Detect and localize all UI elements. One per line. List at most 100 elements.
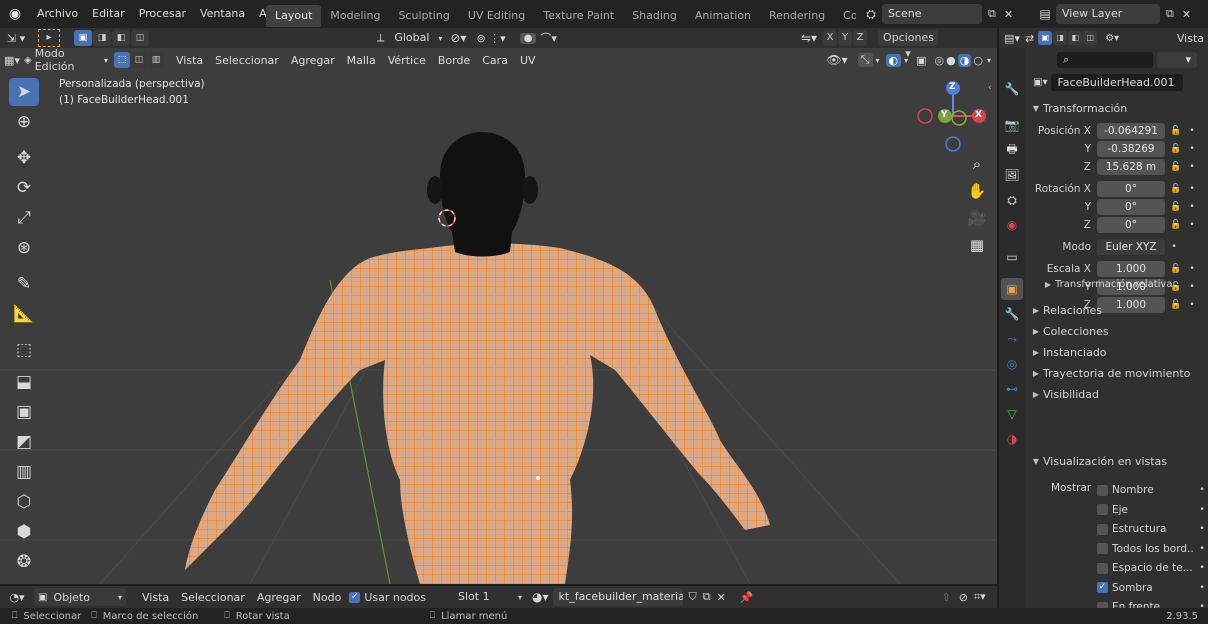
rotation-x-lock-icon[interactable]: 🔓: [1169, 184, 1183, 194]
options-dropdown[interactable]: Opciones ▾: [878, 30, 939, 60]
option-sombra[interactable]: ✓ Sombra •: [1097, 579, 1207, 597]
scene-tab-icon[interactable]: ⛭: [1001, 189, 1023, 211]
head-mesh[interactable]: [427, 132, 538, 257]
xray-icon[interactable]: ▣: [916, 54, 926, 67]
viewport-menu-agregar[interactable]: Agregar: [285, 54, 341, 67]
checkbox-espacio-de-te-icon[interactable]: [1097, 562, 1108, 574]
rotation-x-keyframe-icon[interactable]: •: [1187, 184, 1197, 194]
delete-scene-icon[interactable]: ✕: [1004, 8, 1013, 21]
location-x-field[interactable]: -0.064291: [1097, 123, 1165, 139]
menu-procesar[interactable]: Procesar: [132, 0, 193, 28]
copy-material-icon[interactable]: ⧉: [703, 590, 711, 604]
rotation-z-field[interactable]: 0°: [1097, 217, 1165, 233]
mode-extend-icon[interactable]: ◨: [93, 30, 111, 46]
gizmo-toggle-icon[interactable]: ⤡: [857, 53, 873, 67]
rotation-mode-keyframe-icon[interactable]: •: [1169, 242, 1179, 252]
viewport-menu-seleccionar[interactable]: Seleccionar: [209, 54, 285, 67]
filter-1-icon[interactable]: ▣: [1038, 31, 1053, 45]
material-sphere-icon[interactable]: ◕▾: [532, 590, 549, 604]
slot-dropdown[interactable]: Slot 1: [452, 588, 518, 606]
transform-tool-icon[interactable]: ⊛: [9, 234, 39, 262]
pivot-icon[interactable]: ⚙▾: [1105, 33, 1119, 44]
shading-rendered-icon[interactable]: ○: [973, 54, 983, 67]
search-extra-field[interactable]: ▾: [1157, 52, 1197, 68]
pin-icon[interactable]: 📌: [740, 591, 754, 604]
overlay-toggle-icon[interactable]: ◐: [885, 53, 902, 67]
mirror-axis-y[interactable]: Y: [838, 30, 853, 46]
viewport-display-header[interactable]: ▼ Visualización en vistas: [1029, 451, 1208, 471]
transform-panel-header[interactable]: ▼ Transformación: [1029, 98, 1208, 118]
tab-sculpting[interactable]: Sculpting: [389, 5, 458, 27]
tab-shading[interactable]: Shading: [623, 5, 686, 27]
location-z-field[interactable]: 15.628 m: [1097, 159, 1165, 175]
vertex-select-icon[interactable]: ⬚: [114, 52, 130, 68]
mirror-axis-x[interactable]: X: [823, 30, 838, 46]
viewport-menu-vertice[interactable]: Vértice: [382, 54, 432, 67]
modifier-tab-icon[interactable]: 🔧: [1001, 303, 1023, 325]
fake-user-shield-icon[interactable]: ⛉: [689, 590, 697, 604]
transform-orientation-dropdown[interactable]: ⟂ Global ▾: [377, 30, 442, 46]
rotation-y-lock-icon[interactable]: 🔓: [1169, 202, 1183, 212]
tab-layout[interactable]: Layout: [266, 5, 322, 27]
collection-tab-icon[interactable]: ▭: [1001, 246, 1023, 268]
parent-node-tree-icon[interactable]: ⇧: [942, 591, 951, 604]
filter-2-icon[interactable]: ◨: [1053, 31, 1068, 45]
option-todos-los-bord[interactable]: Todos los bord... •: [1097, 540, 1207, 558]
menu-editar[interactable]: Editar: [85, 0, 132, 28]
gizmo-dropdown-icon[interactable]: ▾: [876, 56, 880, 65]
tool-settings-icon[interactable]: ⇲ ▾: [0, 32, 32, 45]
bevel-tool-icon[interactable]: ◩: [9, 428, 39, 456]
location-y-field[interactable]: -0.38269: [1097, 141, 1165, 157]
tool-tab-icon[interactable]: 🔧: [1001, 78, 1023, 100]
delta-transform-header[interactable]: ▶ Transformación relativa: [1041, 274, 1201, 294]
use-nodes-check-icon[interactable]: ✓: [349, 591, 361, 603]
node-snap-mode-icon[interactable]: ⌗▾: [974, 590, 986, 604]
use-nodes-checkbox[interactable]: ✓ Usar nodos: [349, 591, 426, 604]
section-visibilidad[interactable]: ▶ Visibilidad: [1029, 384, 1208, 404]
object-mode-dropdown[interactable]: ▣ Objeto ▾: [34, 588, 126, 606]
rotation-z-lock-icon[interactable]: 🔓: [1169, 220, 1183, 230]
move-tool-icon[interactable]: ✥: [9, 144, 39, 172]
pivot-icon[interactable]: ⊘▾: [450, 31, 466, 45]
rotation-y-keyframe-icon[interactable]: •: [1187, 202, 1197, 212]
camera-icon[interactable]: 🎥: [965, 206, 989, 230]
tab-rendering[interactable]: Rendering: [760, 5, 834, 27]
scene-selector[interactable]: ⛭ Scene ⧉ ✕: [860, 4, 1030, 24]
location-z-lock-icon[interactable]: 🔓: [1169, 162, 1183, 172]
copy-scene-icon[interactable]: ⧉: [988, 7, 996, 21]
scale-tool-icon[interactable]: ⤢: [9, 204, 39, 232]
section-instanciado[interactable]: ▶ Instanciado: [1029, 342, 1208, 362]
menu-archivo[interactable]: Archivo: [30, 0, 85, 28]
shading-dropdown-icon[interactable]: ▾: [987, 56, 991, 65]
shader-menu-agregar[interactable]: Agregar: [251, 591, 307, 604]
location-y-lock-icon[interactable]: 🔓: [1169, 144, 1183, 154]
mirror-axis-z[interactable]: Z: [853, 30, 868, 46]
object-name-field[interactable]: FaceBuilderHead.001: [1051, 73, 1184, 91]
edge-select-icon[interactable]: ◫: [131, 52, 147, 68]
location-x-keyframe-icon[interactable]: •: [1187, 126, 1197, 136]
data-tab-icon[interactable]: ▽: [1001, 403, 1023, 425]
select-box-tool-icon[interactable]: ▸: [38, 29, 60, 47]
extrude-tool-icon[interactable]: ⬓: [9, 368, 39, 396]
checkbox-sombra-icon[interactable]: ✓: [1097, 582, 1108, 593]
view-layer-field[interactable]: View Layer: [1056, 4, 1160, 24]
checkbox-estructura-icon[interactable]: [1097, 523, 1108, 535]
menu-ventana[interactable]: Ventana: [193, 0, 252, 28]
editor-type-icon[interactable]: ◔▾: [0, 591, 34, 604]
world-tab-icon[interactable]: ◉: [1001, 214, 1023, 236]
editor-type-icon[interactable]: ▦▾: [0, 54, 24, 67]
spin-tool-icon[interactable]: ❂: [9, 548, 39, 576]
option-en-frente[interactable]: En frente •: [1097, 598, 1207, 608]
viewport-menu-cara[interactable]: Cara: [476, 54, 514, 67]
tab-uv-editing[interactable]: UV Editing: [459, 5, 534, 27]
mode-new-icon[interactable]: ▣: [74, 30, 92, 46]
option-estructura[interactable]: Estructura •: [1097, 520, 1207, 538]
view-layer-tab-icon[interactable]: 🖼: [1001, 164, 1023, 186]
constraints-tab-icon[interactable]: ⊷: [1001, 378, 1023, 400]
tab-compositing[interactable]: Compositing: [834, 5, 856, 27]
snap-node-icon[interactable]: ⊘: [959, 591, 968, 604]
output-tab-icon[interactable]: 🖶: [1001, 139, 1023, 161]
properties-view-menu[interactable]: Vista: [1177, 32, 1204, 45]
search-input[interactable]: ⌕: [1057, 52, 1153, 68]
falloff-icon[interactable]: ⌒▾: [540, 30, 557, 46]
